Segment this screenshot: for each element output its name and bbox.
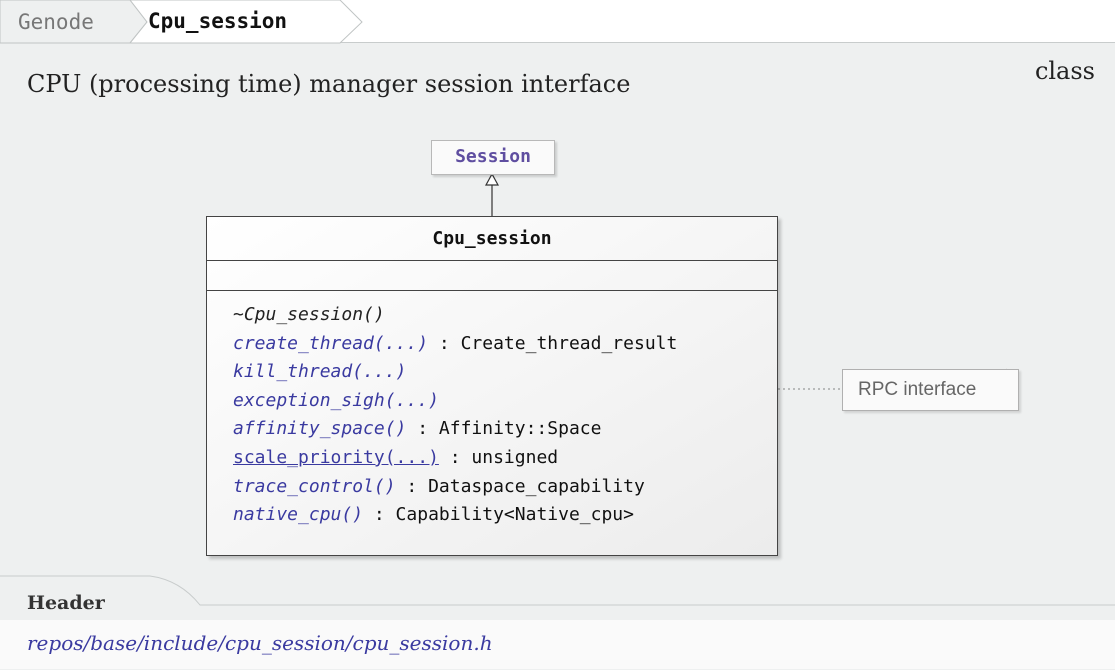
method-row: scale_priority(...) : unsigned bbox=[233, 444, 677, 473]
page: Genode Cpu_session CPU (processing time)… bbox=[0, 0, 1115, 670]
page-description: CPU (processing time) manager session in… bbox=[27, 70, 631, 98]
kind-label: class bbox=[1034, 57, 1095, 85]
method-name: ~Cpu_session() bbox=[233, 304, 385, 325]
method-row: trace_control() : Dataspace_capability bbox=[233, 473, 677, 502]
header-path-link[interactable]: repos/base/include/cpu_session/cpu_sessi… bbox=[27, 631, 493, 655]
base-class-box[interactable]: Session bbox=[431, 140, 555, 175]
method-row: affinity_space() : Affinity::Space bbox=[233, 415, 677, 444]
inheritance-arrow bbox=[484, 172, 500, 186]
header-divider bbox=[0, 575, 1115, 606]
base-class-name: Session bbox=[455, 146, 531, 167]
method-row: exception_sigh(...) bbox=[233, 387, 677, 416]
method-name[interactable]: exception_sigh(...) bbox=[233, 390, 439, 411]
method-row: create_thread(...) : Create_thread_resul… bbox=[233, 330, 677, 359]
method-name[interactable]: trace_control() bbox=[233, 476, 396, 497]
method-name[interactable]: scale_priority(...) bbox=[233, 447, 439, 468]
method-row: ~Cpu_session() bbox=[233, 301, 677, 330]
method-return: : Dataspace_capability bbox=[395, 475, 645, 497]
method-return: : Capability<Native_cpu> bbox=[363, 504, 634, 526]
method-return: : unsigned bbox=[438, 446, 559, 468]
method-return: : Create_thread_result bbox=[428, 332, 678, 354]
method-name[interactable]: create_thread(...) bbox=[233, 333, 428, 354]
method-return: : Affinity::Space bbox=[406, 418, 602, 440]
method-name[interactable]: affinity_space() bbox=[233, 418, 406, 439]
method-name[interactable]: kill_thread(...) bbox=[233, 361, 406, 382]
breadcrumb: Genode Cpu_session bbox=[0, 0, 370, 43]
method-row: native_cpu() : Capability<Native_cpu> bbox=[233, 501, 677, 530]
class-attributes bbox=[207, 261, 777, 291]
header-label: Header bbox=[27, 592, 105, 614]
method-row: kill_thread(...) bbox=[233, 358, 677, 387]
breadcrumb-current: Cpu_session bbox=[148, 9, 288, 33]
rpc-interface-note[interactable]: RPC interface bbox=[842, 369, 1019, 411]
class-title: Cpu_session bbox=[207, 217, 777, 261]
class-box: Cpu_session ~Cpu_session() create_thread… bbox=[206, 216, 778, 556]
method-list: ~Cpu_session() create_thread(...) : Crea… bbox=[233, 301, 677, 530]
note-text: RPC interface bbox=[858, 379, 977, 400]
method-name[interactable]: native_cpu() bbox=[233, 504, 363, 525]
breadcrumb-parent[interactable]: Genode bbox=[18, 10, 94, 34]
